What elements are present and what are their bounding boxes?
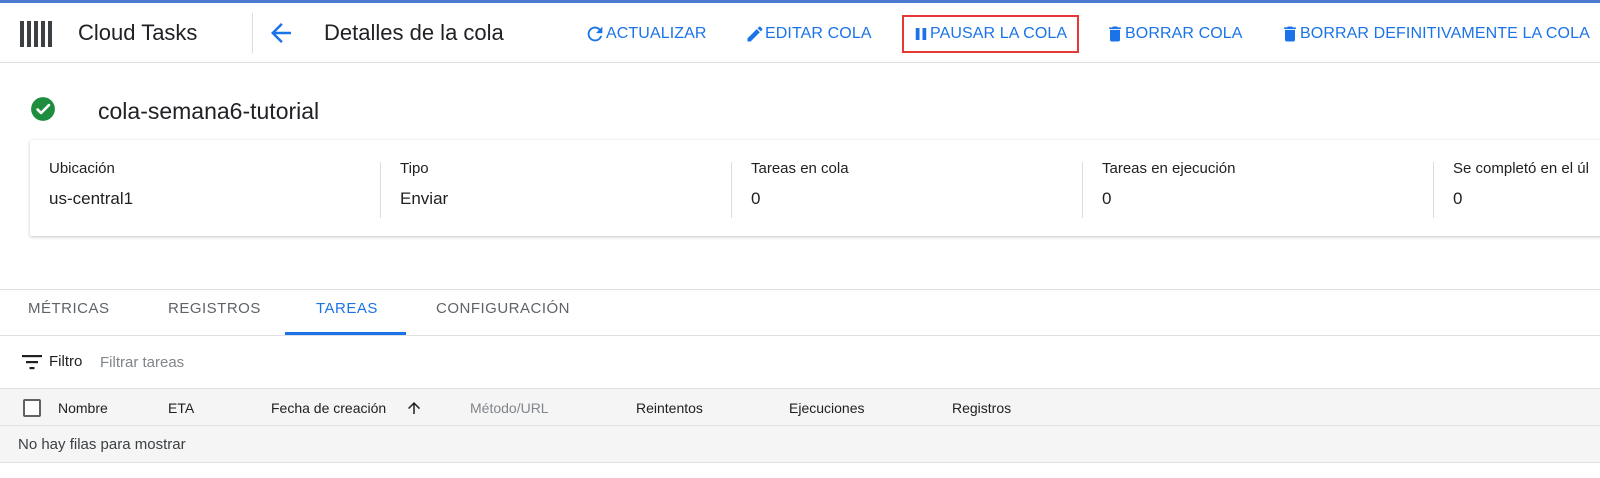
column-header-logs[interactable]: Registros: [952, 400, 1011, 416]
edit-queue-label: EDITAR COLA: [765, 25, 872, 42]
page-title: Detalles de la cola: [324, 20, 504, 45]
pause-queue-label: PAUSAR LA COLA: [930, 25, 1068, 42]
filter-icon[interactable]: [22, 354, 42, 370]
info-divider: [1082, 162, 1083, 218]
info-running-tasks: Tareas en ejecución 0: [1102, 160, 1235, 216]
info-location: Ubicación us-central1: [49, 160, 133, 216]
arrow-up-icon[interactable]: [405, 398, 423, 418]
column-header-executions[interactable]: Ejecuciones: [789, 400, 865, 416]
info-value: Enviar: [400, 189, 449, 208]
empty-table-message: No hay filas para mostrar: [18, 436, 186, 453]
refresh-label: ACTUALIZAR: [606, 25, 707, 42]
refresh-button[interactable]: ACTUALIZAR: [584, 21, 707, 47]
app-title: Cloud Tasks: [78, 20, 198, 45]
info-label: Tareas en cola: [751, 160, 849, 177]
tab-tasks[interactable]: TAREAS: [316, 300, 378, 334]
column-header-name[interactable]: Nombre: [58, 400, 108, 416]
info-type: Tipo Enviar: [400, 160, 448, 216]
pencil-icon: [747, 26, 763, 42]
app-bar: Cloud Tasks Detalles de la cola ACTUALIZ…: [0, 3, 1600, 63]
tasks-table-header: Nombre ETA Fecha de creación Método/URL …: [0, 388, 1600, 426]
info-value: 0: [751, 189, 761, 208]
delete-queue-button[interactable]: BORRAR COLA: [1105, 21, 1243, 47]
info-label: Tipo: [400, 160, 429, 177]
pause-icon: [915, 28, 927, 40]
trash-icon: [1109, 26, 1121, 42]
edit-queue-button[interactable]: EDITAR COLA: [745, 21, 872, 47]
pause-queue-button[interactable]: PAUSAR LA COLA: [902, 15, 1080, 53]
select-all-checkbox[interactable]: [23, 399, 41, 417]
info-value: us-central1: [49, 189, 134, 208]
info-label: Tareas en ejecución: [1102, 160, 1236, 177]
purge-queue-button[interactable]: BORRAR DEFINITIVAMENTE LA COLA: [1280, 21, 1590, 47]
tab-logs[interactable]: REGISTROS: [168, 300, 261, 334]
column-header-method-url: Método/URL: [470, 400, 549, 416]
empty-table-row: No hay filas para mostrar: [0, 426, 1600, 463]
info-value: 0: [1453, 189, 1463, 208]
section-divider: [0, 289, 1600, 290]
cloud-tasks-icon: [20, 21, 56, 47]
info-queued-tasks: Tareas en cola 0: [751, 160, 849, 216]
arrow-back-icon: [271, 23, 291, 43]
purge-queue-label: BORRAR DEFINITIVAMENTE LA COLA: [1300, 25, 1590, 42]
tab-configuration[interactable]: CONFIGURACIÓN: [436, 300, 570, 334]
info-divider: [380, 162, 381, 218]
back-button[interactable]: [266, 18, 296, 48]
queue-info-card: Ubicación us-central1 Tipo Enviar Tareas…: [30, 140, 1600, 236]
column-header-created[interactable]: Fecha de creación: [271, 400, 386, 416]
header-divider: [252, 13, 253, 53]
refresh-icon: [587, 26, 603, 42]
info-label: Ubicación: [49, 160, 115, 177]
check-circle-icon: [31, 97, 55, 121]
tab-metrics[interactable]: MÉTRICAS: [28, 300, 110, 334]
filter-tasks-input[interactable]: [100, 347, 500, 377]
column-header-retries[interactable]: Reintentos: [636, 400, 703, 416]
info-value: 0: [1102, 189, 1112, 208]
info-label: Se completó en el úl: [1453, 160, 1589, 177]
filter-label[interactable]: Filtro: [49, 353, 82, 370]
delete-queue-label: BORRAR COLA: [1125, 25, 1243, 42]
trash-icon: [1284, 26, 1296, 42]
info-completed: Se completó en el úl 0: [1453, 160, 1589, 216]
queue-name: cola-semana6-tutorial: [98, 98, 320, 124]
filter-bar: Filtro: [0, 336, 1600, 388]
info-divider: [1433, 162, 1434, 218]
info-divider: [731, 162, 732, 218]
column-header-eta[interactable]: ETA: [168, 400, 194, 416]
